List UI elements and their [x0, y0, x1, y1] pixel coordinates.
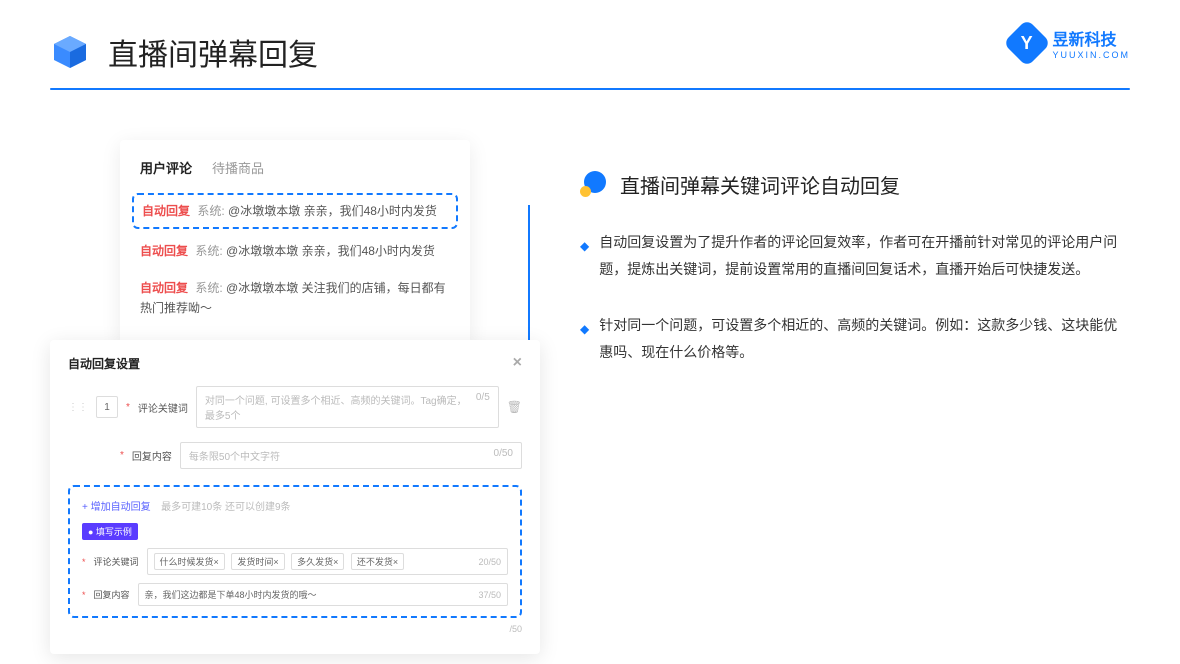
page-title: 直播间弹幕回复: [108, 30, 318, 74]
add-hint: 最多可建10条 还可以创建9条: [161, 502, 290, 513]
tag[interactable]: 发货时间×: [231, 553, 284, 570]
settings-title-row: 自动回复设置 ×: [68, 354, 522, 372]
tabbar: 用户评论 待播商品: [140, 158, 450, 189]
example-content-row: * 回复内容 亲，我们这边都是下单48小时内发货的哦～ 37/50: [82, 583, 508, 606]
example-content-input[interactable]: 亲，我们这边都是下单48小时内发货的哦～ 37/50: [138, 583, 508, 606]
example-keyword-row: * 评论关键词 什么时候发货× 发货时间× 多久发货× 还不发货× 20/50: [82, 548, 508, 575]
comments-card: 用户评论 待播商品 自动回复 系统: @冰墩墩本墩 亲亲，我们48小时内发货 自…: [120, 140, 470, 345]
section-title: 直播间弹幕关键词评论自动回复: [620, 170, 900, 199]
example-keyword-input[interactable]: 什么时候发货× 发货时间× 多久发货× 还不发货× 20/50: [147, 548, 508, 575]
bullet-item: ◆ 针对同一个问题，可设置多个相近的、高频的关键词。例如：这款多少钱、这块能优惠…: [580, 312, 1130, 365]
example-block: + 增加自动回复 最多可建10条 还可以创建9条 ● 填写示例 * 评论关键词 …: [68, 485, 522, 618]
brand-name: 昱新科技: [1052, 26, 1130, 50]
screenshot-area: 用户评论 待播商品 自动回复 系统: @冰墩墩本墩 亲亲，我们48小时内发货 自…: [50, 140, 520, 610]
comment-text: @冰墩墩本墩 亲亲，我们48小时内发货: [226, 244, 435, 258]
trash-icon[interactable]: 🗑: [507, 400, 522, 414]
tag[interactable]: 多久发货×: [291, 553, 344, 570]
tag-container: 什么时候发货× 发货时间× 多久发货× 还不发货×: [154, 553, 409, 570]
header: 直播间弹幕回复: [50, 30, 1130, 74]
index-box: 1: [96, 396, 118, 418]
keyword-input[interactable]: 对同一个问题, 可设置多个相近、高频的关键词。Tag确定，最多5个 0/5: [196, 386, 499, 428]
comment-row: 自动回复 系统: @冰墩墩本墩 亲亲，我们48小时内发货: [140, 233, 450, 269]
brand-sub: YUUXIN.COM: [1052, 50, 1130, 60]
required-mark: *: [126, 402, 130, 413]
comment-text: @冰墩墩本墩 亲亲，我们48小时内发货: [228, 204, 437, 218]
tab-products[interactable]: 待播商品: [212, 158, 264, 177]
brand-logo: Y 昱新科技 YUUXIN.COM: [1010, 26, 1130, 60]
diamond-icon: ◆: [580, 318, 589, 365]
close-icon[interactable]: ×: [513, 354, 522, 372]
description-area: 直播间弹幕关键词评论自动回复 ◆ 自动回复设置为了提升作者的评论回复效率，作者可…: [580, 140, 1130, 610]
bullet-text: 自动回复设置为了提升作者的评论回复效率，作者可在开播前针对常见的评论用户问题，提…: [599, 229, 1130, 282]
bullet-text: 针对同一个问题，可设置多个相近的、高频的关键词。例如：这款多少钱、这块能优惠吗、…: [599, 312, 1130, 365]
outer-count: /50: [68, 624, 522, 634]
keyword-count: 0/5: [476, 392, 490, 422]
settings-title: 自动回复设置: [68, 355, 140, 372]
diamond-icon: ◆: [580, 235, 589, 282]
section-title-row: 直播间弹幕关键词评论自动回复: [580, 170, 1130, 199]
sys-label: 系统:: [195, 244, 222, 258]
comment-row: 自动回复 系统: @冰墩墩本墩 亲亲，我们48小时内发货: [142, 201, 448, 221]
comment-highlight: 自动回复 系统: @冰墩墩本墩 亲亲，我们48小时内发货: [132, 193, 458, 229]
content-count: 0/50: [494, 448, 513, 463]
content-input[interactable]: 每条限50个中文字符 0/50: [180, 442, 522, 469]
example-pill: ● 填写示例: [82, 523, 138, 540]
tab-comments[interactable]: 用户评论: [140, 158, 192, 177]
add-autoreply-link[interactable]: + 增加自动回复: [82, 502, 151, 513]
keyword-label: 评论关键词: [138, 400, 188, 415]
keyword-row: ⋮⋮ 1 * 评论关键词 对同一个问题, 可设置多个相近、高频的关键词。Tag确…: [68, 386, 522, 428]
auto-badge: 自动回复: [140, 281, 188, 295]
content-label: 回复内容: [132, 448, 172, 463]
settings-card: 自动回复设置 × ⋮⋮ 1 * 评论关键词 对同一个问题, 可设置多个相近、高频…: [50, 340, 540, 654]
content-row: * 回复内容 每条限50个中文字符 0/50: [68, 442, 522, 469]
required-mark: *: [120, 450, 124, 461]
auto-badge: 自动回复: [140, 244, 188, 258]
bullet-item: ◆ 自动回复设置为了提升作者的评论回复效率，作者可在开播前针对常见的评论用户问题…: [580, 229, 1130, 282]
sys-label: 系统:: [195, 281, 222, 295]
header-rule: [50, 88, 1130, 90]
brand-mark: Y: [1003, 19, 1051, 67]
cube-icon: [50, 32, 90, 72]
dot-icon: [580, 171, 608, 199]
sys-label: 系统:: [197, 204, 224, 218]
tag[interactable]: 还不发货×: [351, 553, 404, 570]
comment-row: 自动回复 系统: @冰墩墩本墩 关注我们的店铺，每日都有热门推荐呦～: [140, 270, 450, 327]
tag[interactable]: 什么时候发货×: [154, 553, 225, 570]
auto-badge: 自动回复: [142, 204, 190, 218]
